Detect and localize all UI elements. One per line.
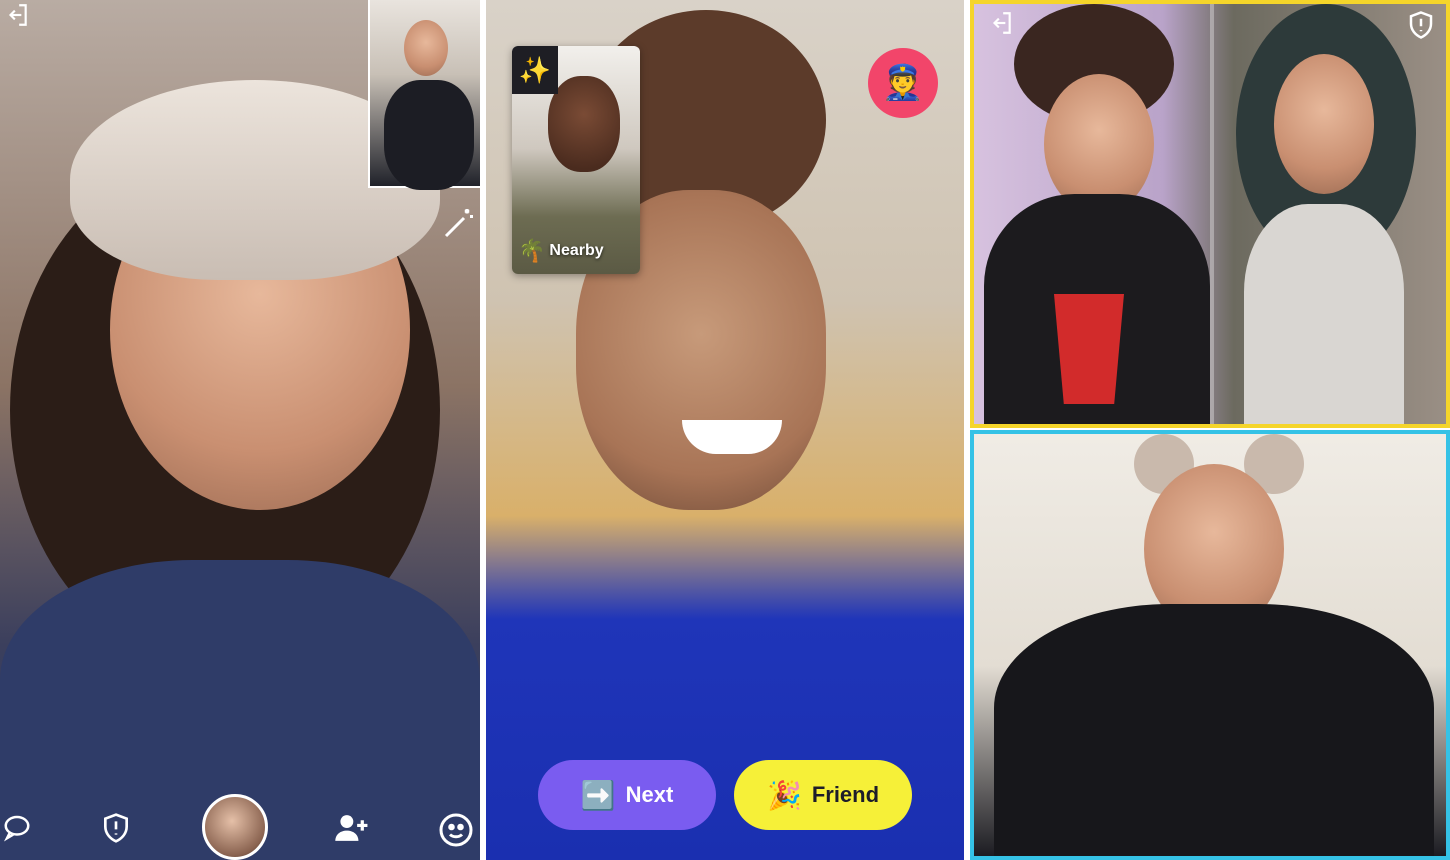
police-officer-icon: 👮 — [881, 64, 925, 102]
party-popper-icon: 🎉 — [766, 779, 802, 811]
group-video-tile-bottom[interactable] — [970, 430, 1450, 860]
pip-jacket — [384, 80, 474, 190]
arrow-right-icon: ➡️ — [580, 779, 616, 811]
exit-icon[interactable] — [4, 2, 30, 28]
scene-face-2 — [1274, 54, 1374, 194]
nearby-preview-card[interactable]: ✨ 🌴 Nearby — [512, 46, 640, 274]
tile-divider — [1210, 4, 1214, 424]
add-friend-icon[interactable] — [334, 812, 370, 844]
palm-tree-icon: 🌴 — [518, 238, 546, 263]
avatar[interactable] — [202, 794, 268, 860]
pip-face — [404, 20, 448, 76]
self-view-pip[interactable] — [368, 0, 480, 190]
magic-wand-icon[interactable] — [440, 206, 476, 242]
scene-cup — [1054, 294, 1124, 404]
chat-bubble-icon[interactable] — [2, 812, 32, 842]
face-filter-icon[interactable] — [438, 812, 474, 848]
group-video-tile-top[interactable] — [970, 0, 1450, 428]
scene-face-1 — [1044, 74, 1154, 214]
nearby-label: Nearby — [549, 242, 604, 259]
shield-alert-icon[interactable] — [100, 812, 132, 844]
next-button-label: Next — [625, 782, 674, 807]
exit-icon[interactable] — [988, 10, 1014, 36]
scene-top-2 — [1244, 204, 1404, 424]
nearby-label-row: 🌴 Nearby — [518, 238, 604, 264]
video-feed-left — [0, 0, 480, 860]
report-button[interactable]: 👮 — [868, 48, 938, 118]
friend-button-label: Friend — [811, 782, 880, 807]
sparkle-icon: ✨ — [512, 46, 558, 94]
friend-button[interactable]: 🎉 Friend — [734, 760, 912, 830]
video-feed-right — [970, 0, 1450, 860]
scene-jacket — [994, 604, 1434, 856]
left-toolbar — [0, 790, 480, 860]
video-feed-center: ✨ 🌴 Nearby 👮 ➡️ Next 🎉 Friend — [486, 0, 964, 860]
shield-alert-icon[interactable] — [1406, 10, 1436, 40]
nearby-face — [548, 76, 620, 172]
next-button[interactable]: ➡️ Next — [538, 760, 716, 830]
